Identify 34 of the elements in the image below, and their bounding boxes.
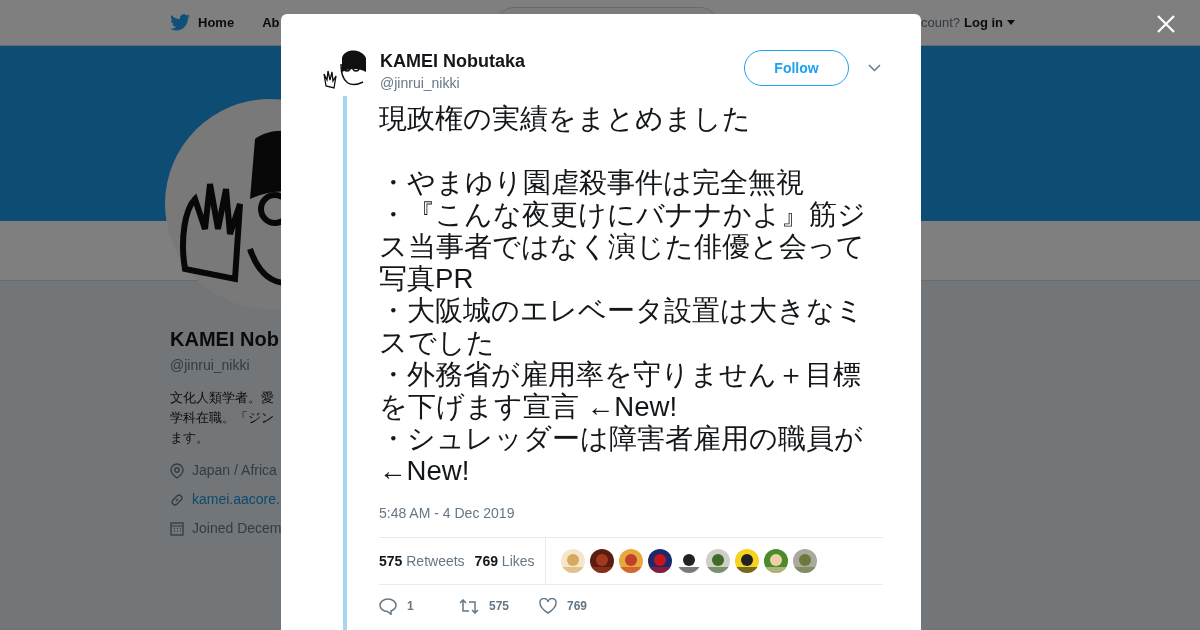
close-icon[interactable] <box>1157 15 1175 33</box>
tweet-bullet-line: ・やまゆり園虐殺事件は完全無視 <box>379 167 805 199</box>
tweet-bullet-line: ・シュレッダーは障害者雇用の職員が ←New! <box>379 423 864 487</box>
tweet-bullet-line: ・外務省が雇用率を守りません＋目標を下げます宣言 ←New! <box>379 359 862 423</box>
profile-bio-line: ます。 <box>170 429 209 447</box>
like-action-count: 769 <box>567 598 588 615</box>
like-count[interactable]: 769 Likes <box>474 550 535 572</box>
reply-count: 1 <box>407 598 414 615</box>
login-button[interactable]: Log in <box>964 12 1015 33</box>
location-pin-icon <box>170 462 184 479</box>
calendar-icon <box>170 521 184 536</box>
chevron-down-icon[interactable] <box>868 64 881 72</box>
tweet-bullet-line: ・大阪城のエレベータ設置は大きなミスでした <box>379 295 865 359</box>
profile-bio-line: 文化人類学者。愛 <box>170 389 274 407</box>
tweet-bullet-line: ・『こんな夜更けにバナナかよ』筋ジス当事者ではなく演じた俳優と会って写真PR <box>379 199 867 295</box>
tweet-heading-line: 現政権の実績をまとめました <box>379 103 752 135</box>
caret-icon <box>1007 20 1015 25</box>
nav-link[interactable]: Ab <box>262 12 280 33</box>
link-icon <box>170 492 184 507</box>
tweet-timestamp[interactable]: 5:48 AM - 4 Dec 2019 <box>379 503 883 524</box>
profile-bio-line: 学科在職。「ジン <box>170 409 274 427</box>
profile-location: Japan / Africa <box>192 461 277 480</box>
retweet-action-count: 575 <box>489 598 510 615</box>
author-handle[interactable]: @jinrui_nikki <box>380 73 525 93</box>
nav-link[interactable]: Home <box>198 12 235 33</box>
profile-name: KAMEI Nob <box>170 327 279 351</box>
retweet-count[interactable]: 575 Retweets <box>379 550 465 572</box>
retweet-icon[interactable] <box>459 598 479 614</box>
reply-icon[interactable] <box>379 597 397 615</box>
account-prompt: count? <box>920 13 960 32</box>
profile-joined-date: Joined Decem <box>192 519 282 538</box>
profile-handle: @jinrui_nikki <box>170 356 250 375</box>
heart-icon[interactable] <box>539 598 557 614</box>
author-name[interactable]: KAMEI Nobutaka <box>380 49 525 73</box>
